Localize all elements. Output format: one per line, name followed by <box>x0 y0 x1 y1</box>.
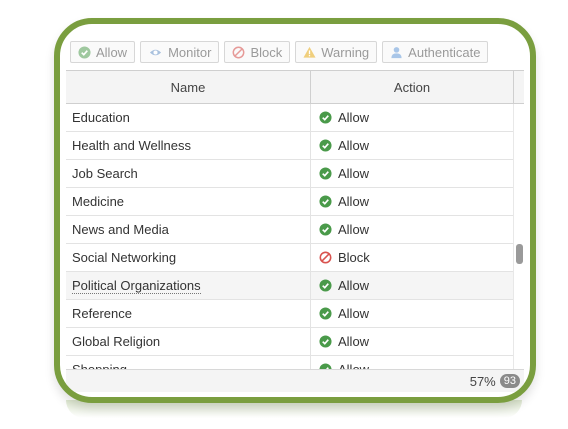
monitor-button-label: Monitor <box>168 44 212 60</box>
table-row[interactable]: Political Organizations Allow <box>66 272 514 300</box>
row-action[interactable]: Allow <box>311 104 514 131</box>
row-action-label: Allow <box>338 334 370 349</box>
row-action-label: Allow <box>338 138 370 153</box>
row-action-label: Allow <box>338 306 370 321</box>
row-action[interactable]: Allow <box>311 356 514 370</box>
block-icon <box>319 251 332 264</box>
app-frame: Allow Monitor Block Warning Authenticate… <box>54 18 536 403</box>
row-name: Education <box>66 104 311 131</box>
check-circle-icon <box>319 307 332 320</box>
table-row[interactable]: News and Media Allow <box>66 216 514 244</box>
authenticate-button-label: Authenticate <box>408 44 481 60</box>
row-action-label: Allow <box>338 278 370 293</box>
row-action-label: Allow <box>338 222 370 237</box>
row-action-label: Block <box>338 250 370 265</box>
row-name: Health and Wellness <box>66 132 311 159</box>
block-button-label: Block <box>250 44 283 60</box>
row-name: Global Religion <box>66 328 311 355</box>
row-action[interactable]: Allow <box>311 188 514 215</box>
row-action[interactable]: Block <box>311 244 514 271</box>
table-row[interactable]: Shopping Allow <box>66 356 514 370</box>
action-toolbar: Allow Monitor Block Warning Authenticate <box>70 41 489 67</box>
row-name: Political Organizations <box>66 272 311 299</box>
row-name: News and Media <box>66 216 311 243</box>
row-action[interactable]: Allow <box>311 132 514 159</box>
check-circle-icon <box>319 335 332 348</box>
count-badge: 93 <box>499 374 520 388</box>
row-action[interactable]: Allow <box>311 160 514 187</box>
vertical-scrollbar[interactable] <box>513 104 524 370</box>
warning-button-label: Warning <box>321 44 370 60</box>
table-row[interactable]: Health and Wellness Allow <box>66 132 514 160</box>
allow-button[interactable]: Allow <box>70 41 136 63</box>
load-percent: 57% <box>469 373 496 389</box>
row-name: Reference <box>66 300 311 327</box>
block-icon <box>232 46 245 58</box>
check-circle-icon <box>319 195 332 208</box>
row-name: Social Networking <box>66 244 311 271</box>
table-row[interactable]: Medicine Allow <box>66 188 514 216</box>
monitor-button[interactable]: Monitor <box>140 41 220 63</box>
row-name: Shopping <box>66 356 311 370</box>
table-row[interactable]: Reference Allow <box>66 300 514 328</box>
check-circle-icon <box>319 167 332 180</box>
warning-button[interactable]: Warning <box>295 41 378 63</box>
column-header-action[interactable]: Action <box>311 71 514 103</box>
table-row[interactable]: Job Search Allow <box>66 160 514 188</box>
row-action-label: Allow <box>338 110 370 125</box>
check-circle-icon <box>319 111 332 124</box>
table-row[interactable]: Global Religion Allow <box>66 328 514 356</box>
allow-button-label: Allow <box>96 44 128 60</box>
grid-body: Education Allow Health and Wellness Allo… <box>66 104 524 370</box>
grid-header: Name Action <box>66 71 524 104</box>
eye-icon <box>150 49 162 55</box>
warning-icon <box>303 46 316 58</box>
user-icon <box>391 46 402 58</box>
row-action[interactable]: Allow <box>311 300 514 327</box>
header-spacer <box>514 71 524 103</box>
scrollbar-thumb[interactable] <box>516 244 523 264</box>
check-circle-icon <box>319 223 332 236</box>
row-name: Medicine <box>66 188 311 215</box>
category-grid: Name Action Education Allow Health and W… <box>66 70 524 370</box>
table-row[interactable]: Social Networking Block <box>66 244 514 272</box>
block-button[interactable]: Block <box>224 41 291 63</box>
row-action-label: Allow <box>338 194 370 209</box>
column-header-name[interactable]: Name <box>66 71 311 103</box>
grid-footer: 57% 93 <box>66 369 524 392</box>
row-name-text: Political Organizations <box>72 277 201 294</box>
authenticate-button[interactable]: Authenticate <box>382 41 489 63</box>
row-name: Job Search <box>66 160 311 187</box>
row-action[interactable]: Allow <box>311 272 514 299</box>
check-circle-icon <box>78 45 91 59</box>
row-action[interactable]: Allow <box>311 328 514 355</box>
row-action-label: Allow <box>338 166 370 181</box>
table-row[interactable]: Education Allow <box>66 104 514 132</box>
check-circle-icon <box>319 279 332 292</box>
check-circle-icon <box>319 139 332 152</box>
row-action[interactable]: Allow <box>311 216 514 243</box>
